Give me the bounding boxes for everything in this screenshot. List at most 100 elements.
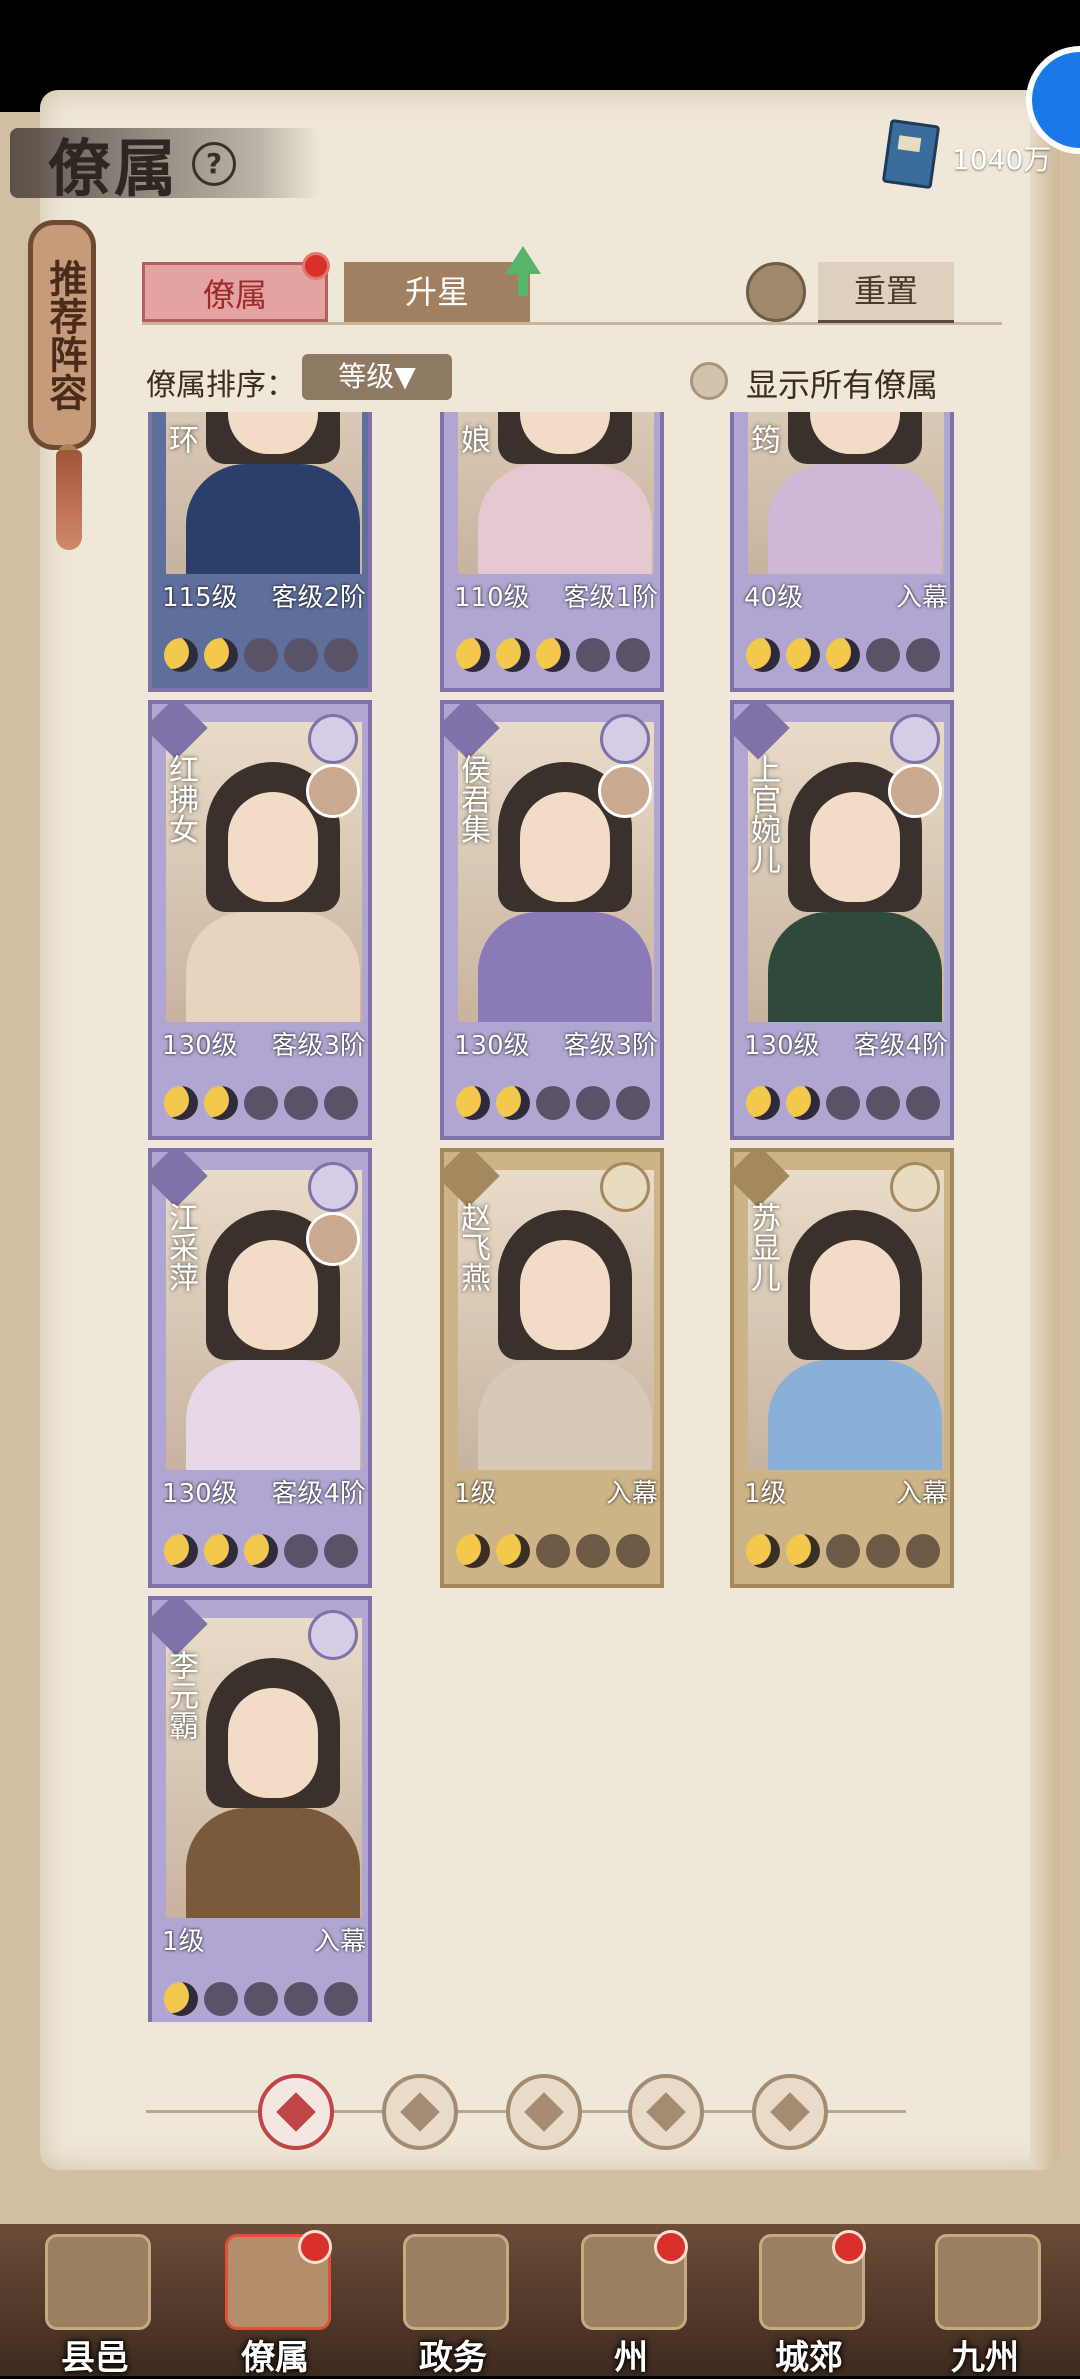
portrait-robe xyxy=(478,464,652,574)
card-stats: 130级 客级4阶 xyxy=(162,1474,366,1514)
subordinate-card[interactable]: 红拂女 130级 客级3阶 xyxy=(148,700,372,1140)
filter-hat-icon[interactable] xyxy=(382,2074,458,2150)
portrait-face xyxy=(520,1240,610,1350)
moon-filled-icon xyxy=(164,638,198,672)
moon-filled-icon xyxy=(164,1534,198,1568)
character-level: 40级 xyxy=(744,583,804,613)
moon-filled-icon xyxy=(164,1982,198,2016)
moon-empty-icon xyxy=(866,638,900,672)
card-stats: 130级 客级4阶 xyxy=(744,1026,948,1066)
currency-amount: 1040万 xyxy=(952,143,1052,176)
nav-label: 政务 xyxy=(419,2338,487,2378)
notification-dot xyxy=(302,252,330,280)
moon-empty-icon xyxy=(244,1982,278,2016)
reset-icon[interactable] xyxy=(746,262,806,322)
character-level: 1级 xyxy=(162,1927,205,1957)
character-name: 娘 xyxy=(455,424,490,454)
moon-filled-icon xyxy=(786,1086,820,1120)
character-name: 李元霸 xyxy=(163,1650,198,1740)
nav-item[interactable]: 九州 xyxy=(910,2230,1060,2378)
nav-item[interactable]: 州 xyxy=(556,2230,706,2378)
star-rating xyxy=(160,630,368,680)
moon-filled-icon xyxy=(204,638,238,672)
tab-subordinates[interactable]: 僚属 xyxy=(142,262,328,322)
moon-empty-icon xyxy=(284,638,318,672)
card-stats: 115级 客级2阶 xyxy=(162,578,366,618)
show-all-label[interactable]: 显示所有僚属 xyxy=(746,360,938,406)
moon-filled-icon xyxy=(746,638,780,672)
star-rating xyxy=(742,1078,950,1128)
character-rank: 客级2阶 xyxy=(271,583,366,613)
portrait-robe xyxy=(768,912,942,1022)
moon-empty-icon xyxy=(244,638,278,672)
character-rank: 客级3阶 xyxy=(563,1031,658,1061)
moon-empty-icon xyxy=(324,1086,358,1120)
moon-empty-icon xyxy=(324,638,358,672)
character-level: 115级 xyxy=(162,583,238,613)
subordinate-card[interactable]: 侯君集 130级 客级3阶 xyxy=(440,700,664,1140)
star-rating xyxy=(452,1078,660,1128)
nav-item[interactable]: 僚属 xyxy=(200,2230,350,2378)
moon-empty-icon xyxy=(616,1086,650,1120)
portrait-face xyxy=(228,1240,318,1350)
character-level: 110级 xyxy=(454,583,530,613)
character-name: 上官婉儿 xyxy=(745,754,780,874)
portrait-robe xyxy=(478,912,652,1022)
class-badge-icon xyxy=(890,1162,940,1212)
character-level: 130级 xyxy=(744,1031,820,1061)
notification-dot xyxy=(298,2230,332,2264)
tab-star-up[interactable]: 升星 xyxy=(344,262,530,322)
subordinate-card[interactable]: 上官婉儿 130级 客级4阶 xyxy=(730,700,954,1140)
nav-item[interactable]: 政务 xyxy=(378,2230,528,2378)
recommend-lineup-banner[interactable]: 推荐阵容 xyxy=(28,220,96,450)
help-icon[interactable]: ? xyxy=(192,142,236,186)
portrait-robe xyxy=(186,464,360,574)
filter-fan-icon[interactable] xyxy=(628,2074,704,2150)
portrait-robe xyxy=(478,1360,652,1470)
character-name: 红拂女 xyxy=(163,754,198,844)
character-rank: 客级4阶 xyxy=(853,1031,948,1061)
subordinate-card[interactable]: 苏显儿 1级 入幕 xyxy=(730,1148,954,1588)
character-name: 环 xyxy=(163,424,198,454)
nav-label: 僚属 xyxy=(241,2338,309,2378)
book-currency-icon xyxy=(881,118,941,190)
subordinate-card[interactable]: 筠 40级 入幕 xyxy=(730,412,954,692)
partner-avatar xyxy=(306,1212,360,1266)
subordinate-card[interactable]: 环 115级 客级2阶 xyxy=(148,412,372,692)
moon-filled-icon xyxy=(204,1534,238,1568)
portrait-face xyxy=(228,792,318,902)
star-rating xyxy=(742,1526,950,1576)
reset-button[interactable]: 重置 xyxy=(818,262,954,323)
moon-empty-icon xyxy=(576,638,610,672)
character-level: 130级 xyxy=(162,1479,238,1509)
moon-empty-icon xyxy=(324,1534,358,1568)
moon-empty-icon xyxy=(906,638,940,672)
show-all-toggle[interactable] xyxy=(690,362,728,400)
notification-dot xyxy=(654,2230,688,2264)
town-icon xyxy=(45,2234,151,2330)
star-rating xyxy=(160,1974,368,2022)
subordinate-card[interactable]: 江采萍 130级 客级4阶 xyxy=(148,1148,372,1588)
nav-label: 州 xyxy=(614,2338,648,2378)
nav-item[interactable]: 城郊 xyxy=(734,2230,884,2378)
moon-empty-icon xyxy=(616,638,650,672)
card-stats: 1级 入幕 xyxy=(454,1474,658,1514)
moon-empty-icon xyxy=(204,1982,238,2016)
subordinate-card[interactable]: 娘 110级 客级1阶 xyxy=(440,412,664,692)
moon-empty-icon xyxy=(284,1534,318,1568)
subordinate-grid: 环 115级 客级2阶娘 110级 客级1阶筠 40级 入幕 红拂女 130级 客级3阶 侯君集 13… xyxy=(130,412,990,2022)
nav-item[interactable]: 县邑 xyxy=(20,2230,170,2378)
sort-dropdown[interactable]: 等级▼ xyxy=(302,354,452,400)
subordinate-card[interactable]: 李元霸 1级 入幕 xyxy=(148,1596,372,2022)
character-rank: 入幕 xyxy=(895,1479,948,1509)
moon-filled-icon xyxy=(204,1086,238,1120)
subordinate-card[interactable]: 赵飞燕 1级 入幕 xyxy=(440,1148,664,1588)
documents-icon xyxy=(403,2234,509,2330)
filter-gourd-icon[interactable] xyxy=(506,2074,582,2150)
filter-all-icon[interactable] xyxy=(258,2074,334,2150)
character-level: 1级 xyxy=(454,1479,497,1509)
portrait-robe xyxy=(186,912,360,1022)
portrait-robe xyxy=(768,464,942,574)
portrait-robe xyxy=(768,1360,942,1470)
filter-beast-icon[interactable] xyxy=(752,2074,828,2150)
